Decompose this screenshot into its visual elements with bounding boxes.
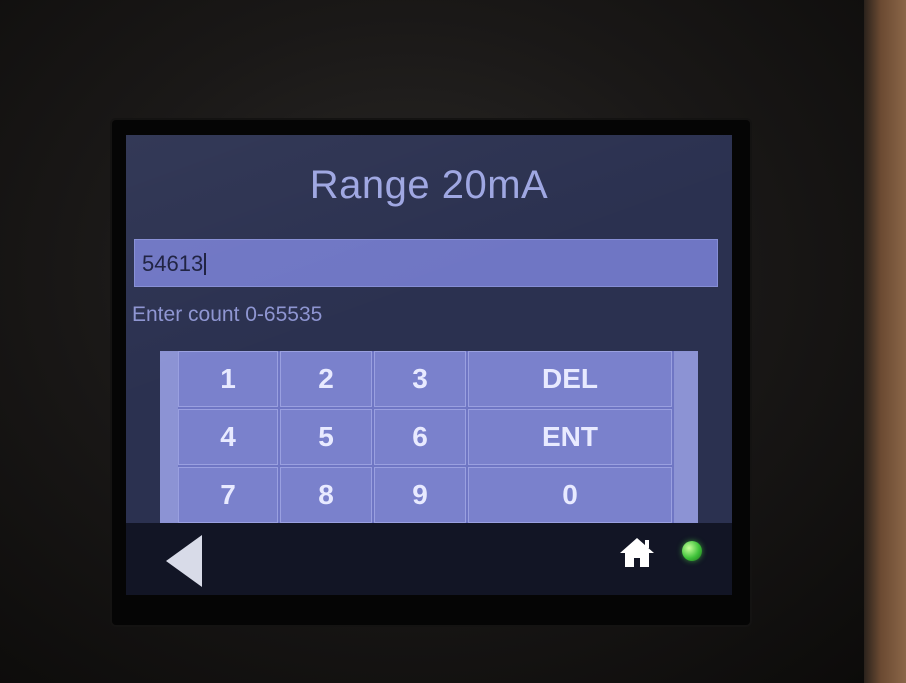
numeric-keypad: 1 2 3 DEL 4 5 6 ENT 7 8 9 0 — [160, 351, 698, 523]
background-surface — [864, 0, 906, 683]
key-7[interactable]: 7 — [178, 467, 278, 523]
home-icon[interactable] — [618, 535, 656, 569]
key-8[interactable]: 8 — [280, 467, 372, 523]
key-del[interactable]: DEL — [468, 351, 672, 407]
key-4[interactable]: 4 — [178, 409, 278, 465]
back-arrow-icon[interactable] — [166, 535, 202, 587]
key-2[interactable]: 2 — [280, 351, 372, 407]
text-cursor — [204, 253, 207, 275]
key-0-label: 0 — [562, 479, 578, 510]
key-8-label: 8 — [318, 479, 334, 510]
count-input-field[interactable]: 54613 — [134, 239, 718, 287]
key-0[interactable]: 0 — [468, 467, 672, 523]
key-4-label: 4 — [220, 421, 236, 452]
status-led-icon — [682, 541, 702, 561]
key-1-label: 1 — [220, 363, 236, 394]
key-3-label: 3 — [412, 363, 428, 394]
input-hint: Enter count 0-65535 — [132, 303, 323, 326]
key-ent[interactable]: ENT — [468, 409, 672, 465]
entry-value: 54613 — [142, 251, 204, 276]
touch-screen: Range 20mA 54613 Enter count 0-65535 1 2… — [126, 135, 732, 595]
key-1[interactable]: 1 — [178, 351, 278, 407]
entry-value-wrap: 54613 — [142, 251, 207, 277]
key-7-label: 7 — [220, 479, 236, 510]
keypad-right-edge — [674, 351, 698, 523]
key-5[interactable]: 5 — [280, 409, 372, 465]
key-del-label: DEL — [542, 363, 598, 394]
keypad-left-edge — [160, 351, 178, 523]
key-ent-label: ENT — [542, 421, 598, 452]
key-5-label: 5 — [318, 421, 334, 452]
page-title: Range 20mA — [309, 163, 549, 207]
key-6-label: 6 — [412, 421, 428, 452]
key-6[interactable]: 6 — [374, 409, 466, 465]
key-9[interactable]: 9 — [374, 467, 466, 523]
key-9-label: 9 — [412, 479, 428, 510]
key-2-label: 2 — [318, 363, 334, 394]
bottom-bar — [126, 523, 732, 595]
key-3[interactable]: 3 — [374, 351, 466, 407]
